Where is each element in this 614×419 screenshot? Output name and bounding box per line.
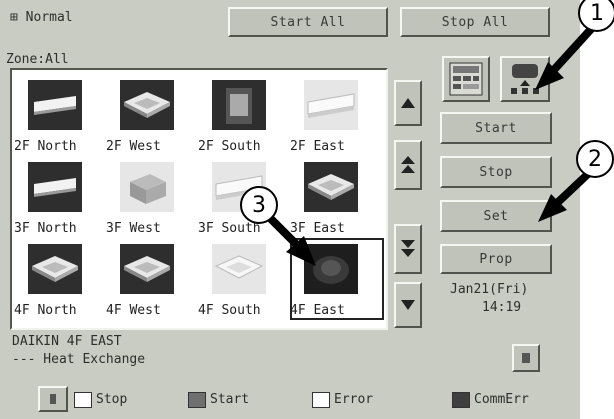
- start-button[interactable]: Start: [440, 112, 552, 144]
- unit-icon: [212, 80, 266, 130]
- schedule-grid-icon: [449, 62, 483, 96]
- callout-1: 1: [578, 0, 614, 32]
- set-button[interactable]: Set: [440, 200, 552, 232]
- prop-button[interactable]: Prop: [440, 244, 552, 274]
- unit-label: 4F North: [14, 303, 77, 318]
- double-triangle-down-icon: [401, 240, 415, 257]
- unit-label: 3F South: [198, 221, 261, 236]
- unit-tile[interactable]: 2F North: [14, 74, 108, 156]
- selected-unit-name: DAIKIN 4F EAST: [12, 334, 122, 349]
- unit-icon: [120, 162, 174, 212]
- triangle-up-icon: [401, 98, 415, 108]
- unit-icon: [120, 80, 174, 130]
- mode-icon: ⊞: [10, 10, 26, 25]
- unit-icon: [304, 244, 358, 294]
- legend-error-swatch: [312, 392, 330, 408]
- unit-label: 4F South: [198, 303, 261, 318]
- unit-icon: [28, 162, 82, 212]
- start-all-button[interactable]: Start All: [228, 7, 388, 37]
- remote-controller-icon-button[interactable]: [500, 56, 550, 102]
- remote-controller-icon: [511, 64, 539, 94]
- unit-tile[interactable]: 3F North: [14, 156, 108, 238]
- date-display: Jan21(Fri): [450, 282, 529, 297]
- unit-label: 2F North: [14, 139, 77, 154]
- scroll-up-button[interactable]: [394, 80, 422, 126]
- unit-label: 3F West: [106, 221, 161, 236]
- unit-tile[interactable]: 3F West: [106, 156, 200, 238]
- unit-icon: [212, 244, 266, 294]
- controller-screen: ⊞ Normal Start All Stop All Zone:All 2F …: [0, 0, 580, 419]
- menu-button[interactable]: [512, 344, 540, 372]
- unit-icon: [120, 244, 174, 294]
- unit-label: 4F West: [106, 303, 161, 318]
- page-up-button[interactable]: [394, 140, 422, 190]
- unit-icon: [304, 162, 358, 212]
- zone-label: Zone:All: [6, 52, 69, 67]
- info-icon: [50, 394, 56, 404]
- legend-commerr-swatch: [452, 392, 470, 408]
- time-display: 14:19: [482, 300, 522, 315]
- unit-grid-panel: 2F North 2F West 2F South 2F East 3F North 3F…: [10, 68, 388, 330]
- callout-2: 2: [576, 140, 614, 178]
- callout-3: 3: [240, 186, 278, 224]
- legend-stop-swatch: [74, 392, 92, 408]
- unit-label: 2F South: [198, 139, 261, 154]
- unit-icon: [28, 80, 82, 130]
- legend-stop-label: Stop: [96, 392, 128, 407]
- unit-tile[interactable]: 3F East: [290, 156, 384, 238]
- legend-start-label: Start: [210, 392, 250, 407]
- unit-label: 3F East: [290, 221, 345, 236]
- page-down-button[interactable]: [394, 224, 422, 274]
- stop-all-button[interactable]: Stop All: [400, 7, 550, 37]
- legend-start-swatch: [188, 392, 206, 408]
- unit-tile[interactable]: 2F South: [198, 74, 292, 156]
- triangle-down-icon: [401, 300, 415, 310]
- stop-button[interactable]: Stop: [440, 156, 552, 188]
- unit-tile[interactable]: 4F West: [106, 238, 200, 320]
- unit-label: 2F West: [106, 139, 161, 154]
- legend-commerr-label: CommErr: [474, 392, 529, 407]
- unit-tile[interactable]: 2F East: [290, 74, 384, 156]
- schedule-icon-button[interactable]: [442, 56, 490, 102]
- unit-tile[interactable]: 2F West: [106, 74, 200, 156]
- unit-tile[interactable]: 4F South: [198, 238, 292, 320]
- info-button[interactable]: [38, 386, 68, 412]
- unit-icon: [28, 244, 82, 294]
- menu-icon: [522, 353, 530, 363]
- unit-tile[interactable]: 4F North: [14, 238, 108, 320]
- selected-unit-mode: --- Heat Exchange: [12, 352, 146, 367]
- unit-label: 3F North: [14, 221, 77, 236]
- unit-label: 4F East: [290, 303, 345, 318]
- double-triangle-up-icon: [401, 156, 415, 173]
- mode-label: Normal: [25, 10, 73, 25]
- mode-indicator: ⊞ Normal: [10, 10, 73, 25]
- scroll-down-button[interactable]: [394, 282, 422, 328]
- unit-tile[interactable]: 4F East: [290, 238, 384, 320]
- unit-icon: [304, 80, 358, 130]
- unit-label: 2F East: [290, 139, 345, 154]
- legend-error-label: Error: [334, 392, 374, 407]
